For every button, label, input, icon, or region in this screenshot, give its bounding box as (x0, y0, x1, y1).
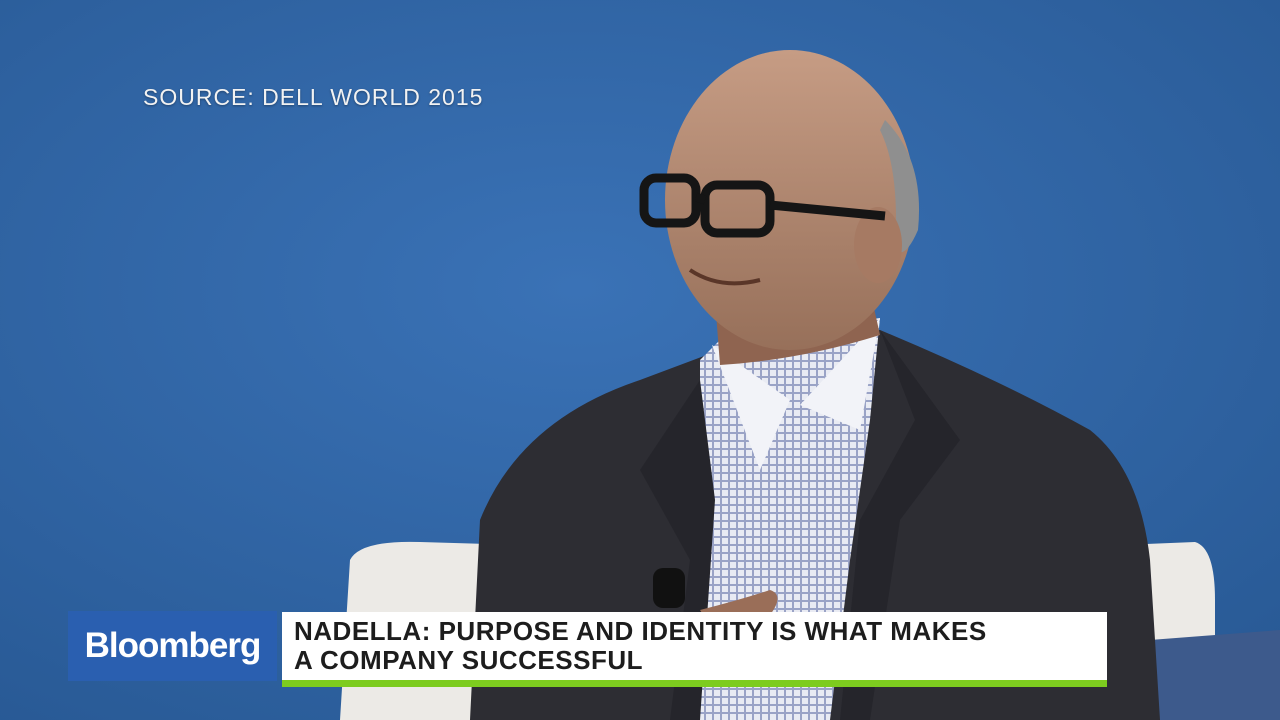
source-caption: SOURCE: DELL WORLD 2015 (143, 84, 484, 110)
